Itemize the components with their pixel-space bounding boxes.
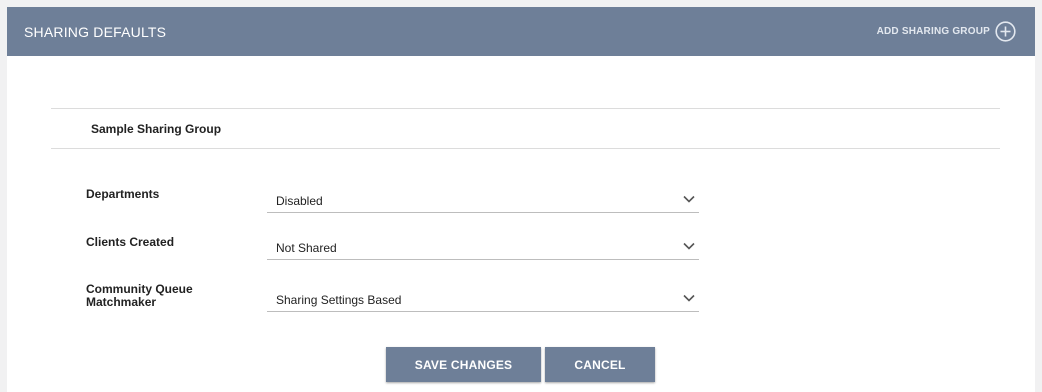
sharing-group-row[interactable]: Sample Sharing Group — [51, 108, 1000, 149]
plus-circle-icon — [995, 21, 1016, 42]
add-sharing-group-button[interactable]: ADD SHARING GROUP — [877, 21, 1016, 42]
chevron-down-icon — [683, 294, 695, 302]
clients-created-label: Clients Created — [86, 235, 175, 249]
page-title: SHARING DEFAULTS — [24, 23, 167, 40]
cancel-button[interactable]: CANCEL — [545, 347, 655, 382]
clients-created-value: Not Shared — [276, 241, 337, 255]
departments-value: Disabled — [276, 194, 323, 208]
sharing-defaults-panel: SHARING DEFAULTS ADD SHARING GROUP Sampl… — [7, 7, 1035, 392]
community-queue-matchmaker-value: Sharing Settings Based — [276, 293, 402, 307]
add-sharing-group-label: ADD SHARING GROUP — [876, 26, 990, 37]
panel-header: SHARING DEFAULTS ADD SHARING GROUP — [7, 7, 1035, 56]
departments-select[interactable]: Disabled — [267, 189, 699, 213]
chevron-down-icon — [683, 242, 695, 250]
clients-created-select[interactable]: Not Shared — [267, 236, 699, 260]
community-queue-matchmaker-label: Community Queue Matchmaker — [86, 282, 193, 309]
departments-label: Departments — [86, 187, 160, 201]
chevron-down-icon — [683, 195, 695, 203]
sharing-group-name: Sample Sharing Group — [91, 121, 222, 136]
community-queue-matchmaker-select[interactable]: Sharing Settings Based — [267, 288, 699, 312]
save-changes-button[interactable]: SAVE CHANGES — [386, 347, 541, 382]
